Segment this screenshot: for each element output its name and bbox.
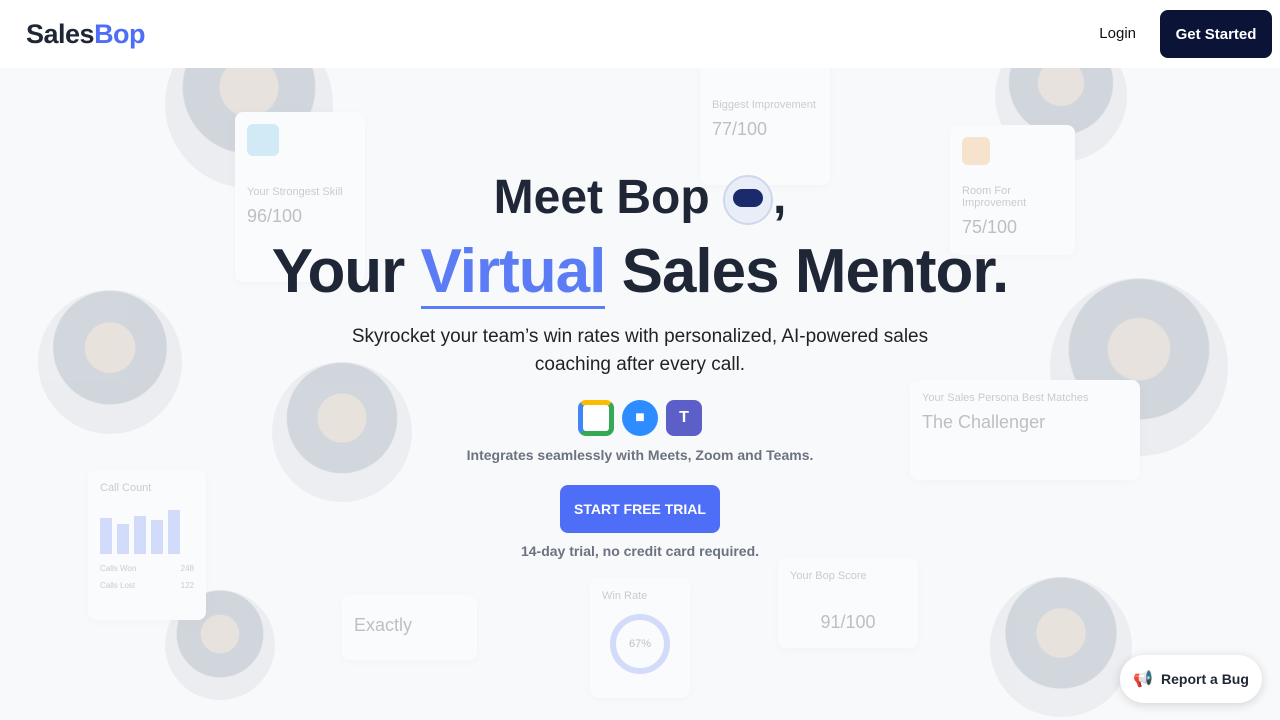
briefcase-icon: [962, 137, 990, 165]
bop-score-card: Your Bop Score 91/100: [778, 558, 918, 648]
integrations-text: Integrates seamlessly with Meets, Zoom a…: [466, 447, 814, 463]
get-started-button[interactable]: Get Started: [1160, 10, 1272, 58]
google-meet-icon: [578, 400, 614, 436]
card-label: Your Bop Score: [790, 570, 867, 582]
calls-lost-label: Calls Lost: [100, 581, 136, 590]
zoom-icon: ■: [622, 400, 658, 436]
logo-text: Sales: [26, 18, 95, 49]
start-free-trial-button[interactable]: START FREE TRIAL: [560, 485, 720, 533]
card-value: 77/100: [712, 119, 768, 139]
login-link[interactable]: Login: [1099, 25, 1136, 42]
calls-won-value: 248: [180, 564, 194, 573]
subtitle-line: Skyrocket your team’s win rates with per…: [351, 326, 929, 347]
trial-note: 14-day trial, no credit card required.: [520, 543, 760, 559]
logo-text-accent: Bop: [94, 18, 146, 49]
title-highlight: Virtual: [420, 237, 606, 309]
hero-title-line1: Meet Bop ,: [0, 170, 1280, 226]
logo[interactable]: SalesBop: [26, 18, 146, 50]
calls-won-label: Calls Won: [100, 564, 137, 573]
user-icon: [247, 124, 279, 156]
hero-subtitle: Skyrocket your team’s win rates with per…: [0, 323, 1280, 379]
integration-icons: ■ T: [0, 400, 1280, 436]
card-value: Exactly: [354, 615, 413, 635]
title-text: Your: [271, 237, 421, 306]
report-bug-label: Report a Bug: [1161, 671, 1249, 687]
win-rate-value: 67%: [610, 614, 670, 674]
megaphone-icon: 📢: [1133, 671, 1154, 688]
layout-card: Exactly: [342, 595, 477, 660]
card-label: Call Count: [100, 482, 152, 494]
header: SalesBop Login Get Started: [0, 0, 1280, 68]
improvement-card: Biggest Improvement 77/100: [700, 55, 830, 185]
report-bug-button[interactable]: 📢 Report a Bug: [1120, 655, 1262, 703]
title-text: Meet Bop: [493, 171, 710, 224]
calls-lost-value: 122: [180, 581, 194, 590]
robot-icon: [723, 175, 773, 226]
subtitle-line: coaching after every call.: [534, 354, 746, 375]
title-text: Sales Mentor.: [605, 237, 1010, 306]
photo: [990, 577, 1132, 717]
card-label: Win Rate: [602, 590, 648, 602]
title-comma: ,: [773, 171, 787, 224]
teams-icon: T: [666, 400, 702, 436]
hero-title-line2: Your Virtual Sales Mentor.: [0, 236, 1280, 309]
card-label: Biggest Improvement: [712, 99, 816, 111]
card-value: 91/100: [820, 612, 876, 632]
win-rate-card: Win Rate 67%: [590, 578, 690, 698]
